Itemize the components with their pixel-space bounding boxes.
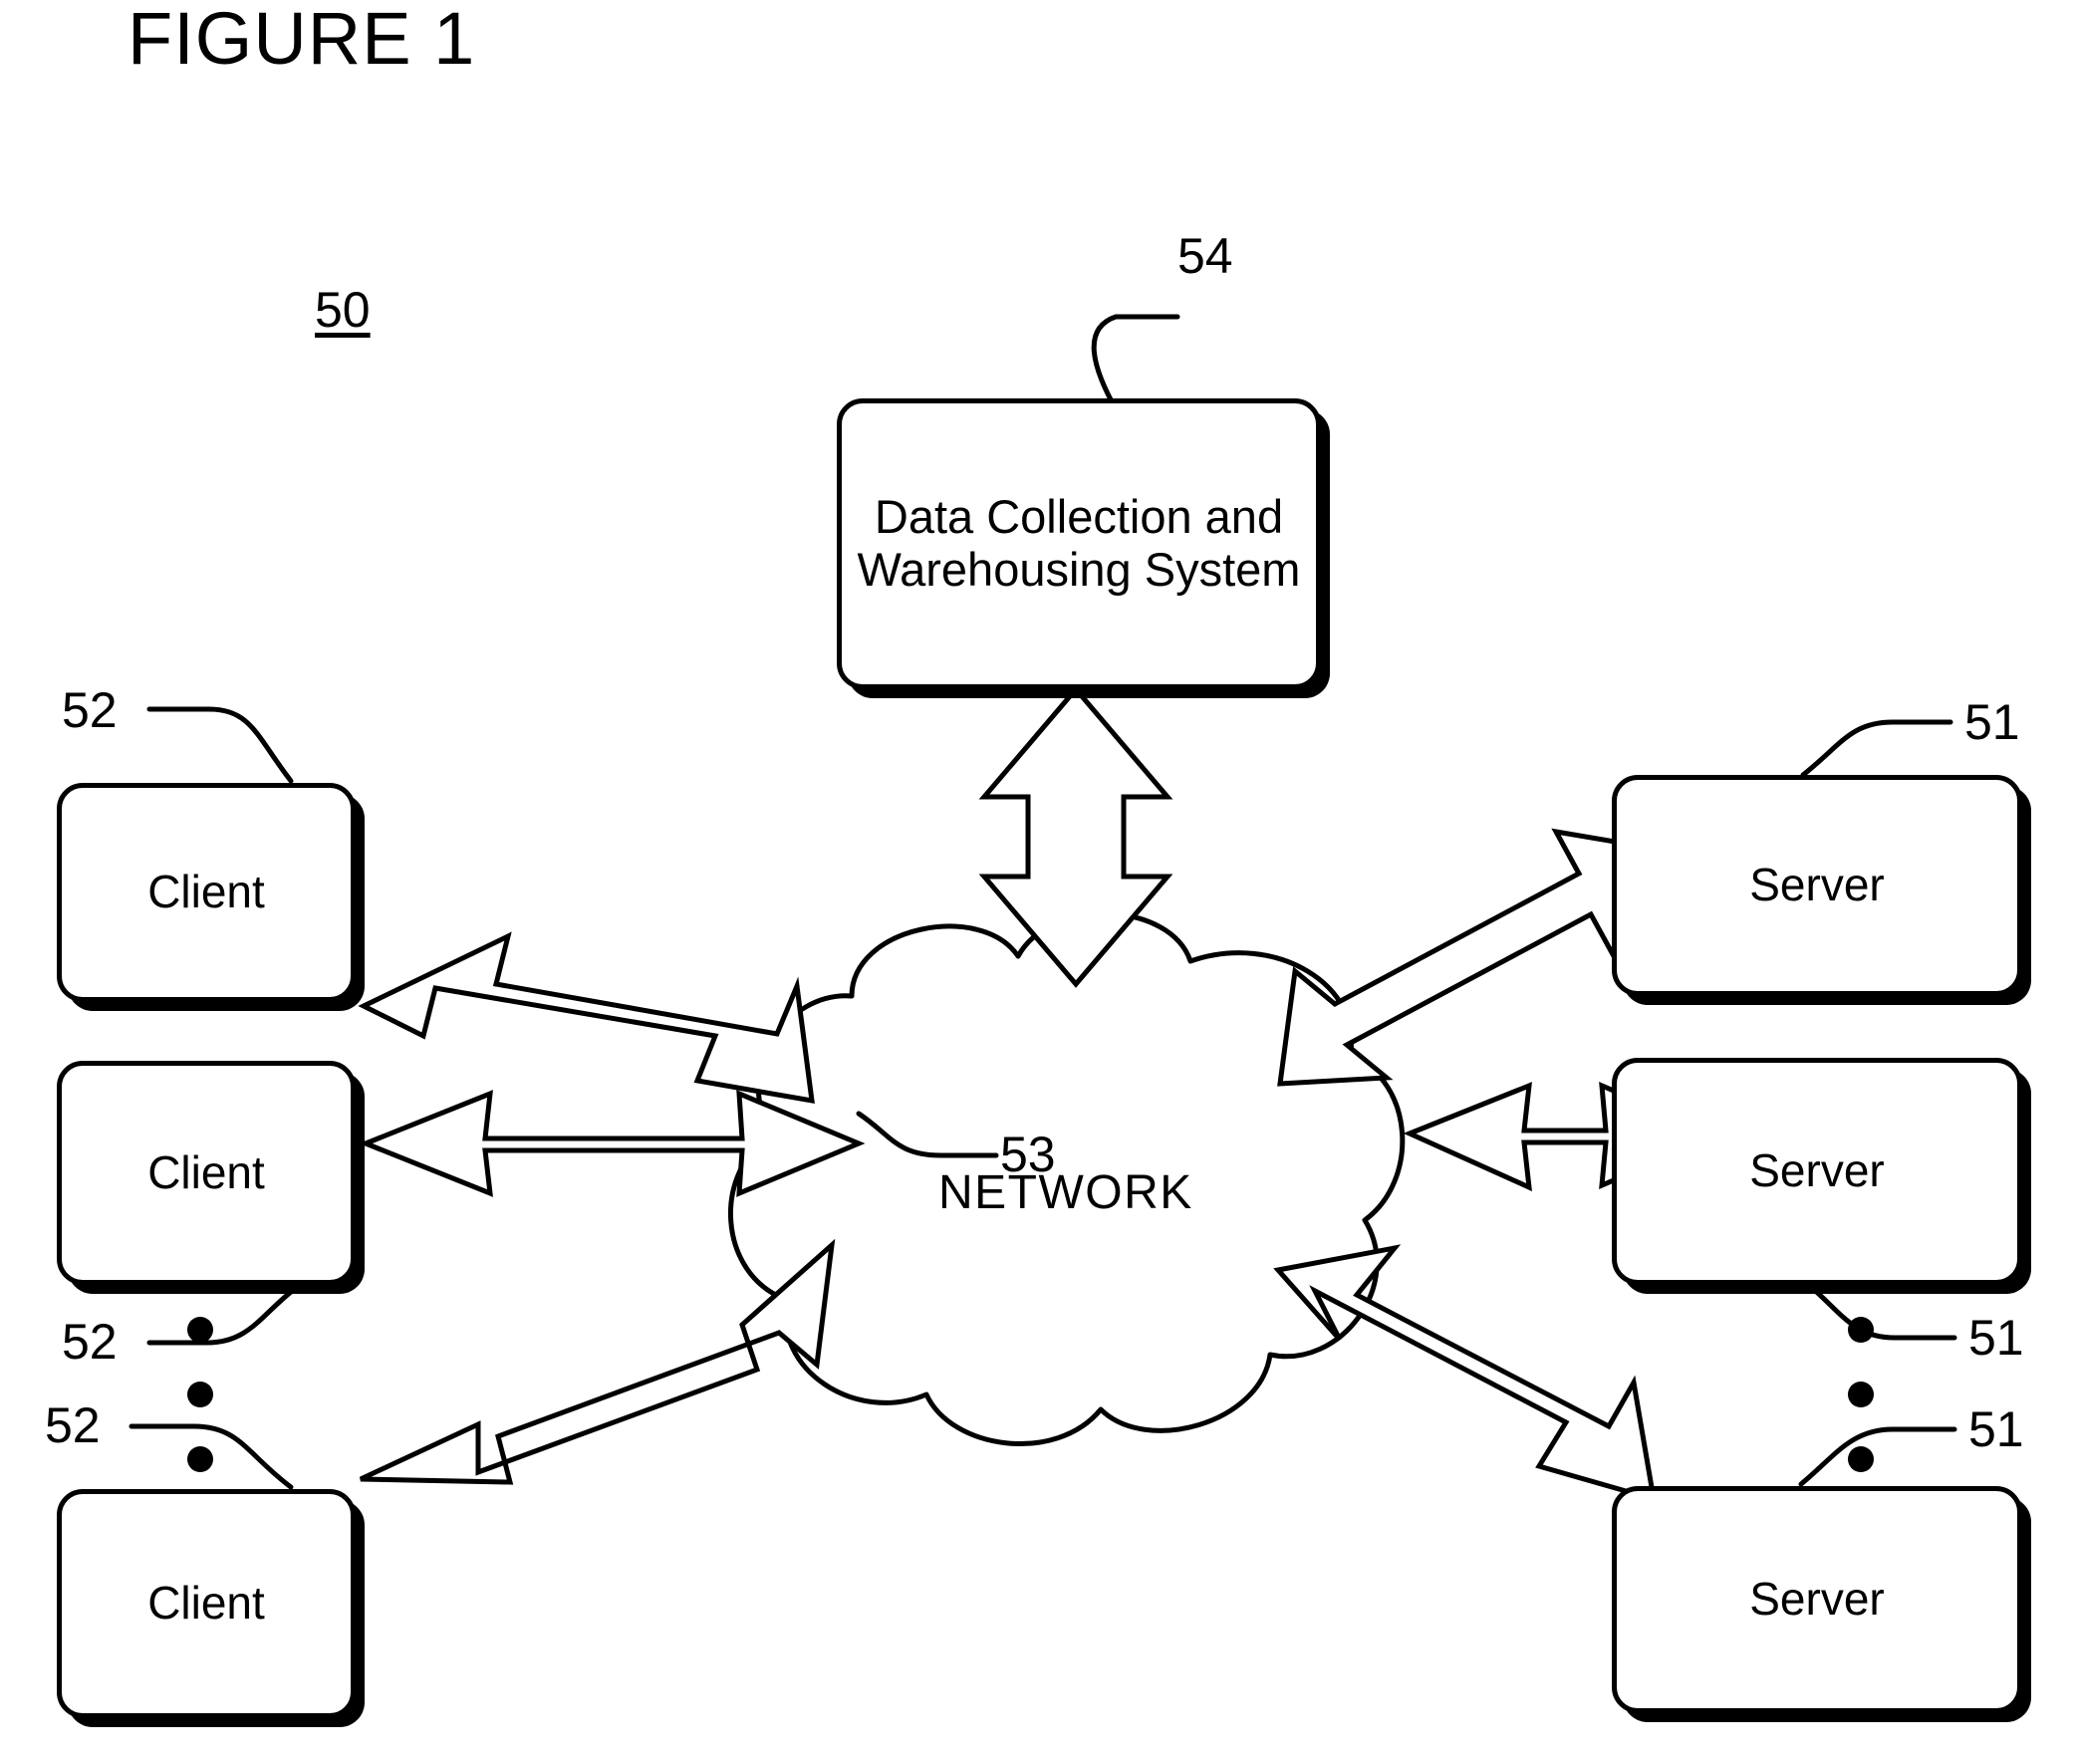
ellipsis-dot-left-1 (187, 1317, 213, 1343)
leader-54 (1091, 314, 1180, 408)
ellipsis-dot-right-3 (1848, 1446, 1874, 1472)
ellipsis-dot-left-3 (187, 1446, 213, 1472)
ref-label-52-client-2: 52 (62, 1314, 118, 1370)
ellipsis-dot-right-1 (1848, 1317, 1874, 1343)
figure-title: FIGURE 1 (128, 0, 476, 80)
network-cloud-label: NETWORK (938, 1166, 1193, 1219)
leader-52-b (146, 1285, 299, 1346)
node-label: Data Collection and Warehousing System (857, 490, 1301, 596)
arrow-client3-network (359, 1238, 836, 1485)
figure-canvas: FIGURE 1 50 NETWORK Data Collection and … (0, 0, 2077, 1764)
leader-51-c (1798, 1426, 1957, 1487)
arrow-client2-network (359, 1090, 866, 1197)
arrow-network-to-warehouse (978, 685, 1173, 988)
ref-label-51-server-2: 51 (1968, 1310, 2024, 1366)
node-label: Client (147, 1577, 265, 1630)
ellipsis-dot-right-2 (1848, 1382, 1874, 1407)
node-client-1[interactable]: Client (57, 783, 356, 1002)
leader-51-b (1808, 1284, 1957, 1341)
node-label: Client (147, 866, 265, 918)
node-label: Server (1749, 1573, 1885, 1626)
node-data-collection-warehousing-system[interactable]: Data Collection and Warehousing System (837, 398, 1321, 689)
leader-53 (856, 1111, 999, 1158)
node-server-3[interactable]: Server (1612, 1486, 2022, 1713)
ellipsis-dot-left-2 (187, 1382, 213, 1407)
leader-52-a (146, 706, 294, 784)
arrow-network-server3 (1273, 1244, 1658, 1503)
ref-label-54: 54 (1177, 228, 1233, 284)
node-server-1[interactable]: Server (1612, 775, 2022, 996)
node-client-3[interactable]: Client (57, 1489, 356, 1718)
arrow-client1-network (358, 931, 815, 1105)
ref-label-53: 53 (1000, 1127, 1056, 1182)
node-client-2[interactable]: Client (57, 1061, 356, 1285)
ref-label-50: 50 (315, 282, 371, 338)
ref-label-52-client-1: 52 (62, 682, 118, 738)
ref-label-52-client-3: 52 (45, 1397, 101, 1453)
ref-label-51-server-1: 51 (1964, 694, 2020, 750)
node-label: Server (1749, 859, 1885, 911)
leader-51-a (1800, 719, 1953, 778)
node-label: Server (1749, 1144, 1885, 1197)
ref-label-51-server-3: 51 (1968, 1401, 2024, 1457)
node-label: Client (147, 1145, 265, 1198)
node-server-2[interactable]: Server (1612, 1058, 2022, 1285)
